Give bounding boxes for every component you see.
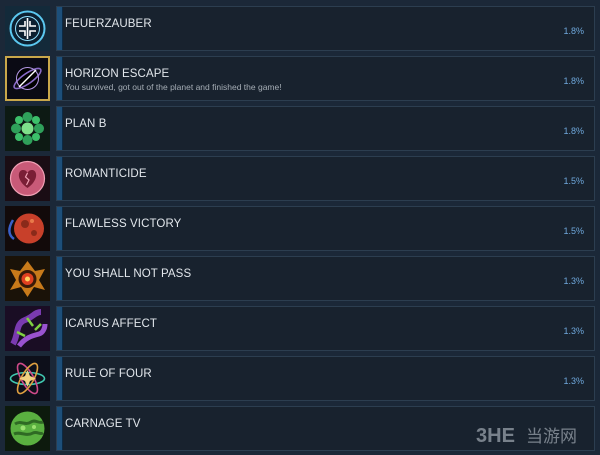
blue-rune-circle-icon (5, 6, 50, 51)
achievement-percent: 1.3% (563, 276, 584, 286)
achievement-percent: 1.8% (563, 26, 584, 36)
achievement-bar: HORIZON ESCAPE You survived, got out of … (56, 56, 595, 101)
achievement-percent: 1.3% (563, 376, 584, 386)
achievement-bar: RULE OF FOUR 1.3% (56, 356, 595, 401)
achievement-percent: 1.5% (563, 226, 584, 236)
broken-heart-icon (5, 156, 50, 201)
achievement-bar: PLAN B 1.8% (56, 106, 595, 151)
fire-eye-emblem-icon (5, 256, 50, 301)
achievement-row-you-shall-not-pass[interactable]: YOU SHALL NOT PASS 1.3% (5, 256, 595, 301)
achievement-row-flawless-victory[interactable]: FLAWLESS VICTORY 1.5% (5, 206, 595, 251)
achievement-percent: 1.3% (563, 326, 584, 336)
achievement-title: CARNAGE TV (65, 418, 141, 430)
red-planet-icon (5, 206, 50, 251)
achievement-bar: ROMANTICIDE 1.5% (56, 156, 595, 201)
achievement-description: You survived, got out of the planet and … (65, 82, 282, 92)
achievement-list: FEUERZAUBER 1.8% HORIZON ESCAPE You surv… (0, 0, 600, 455)
green-spore-cluster-icon (5, 106, 50, 151)
achievement-bar: ICARUS AFFECT 1.3% (56, 306, 595, 351)
progress-accent (57, 207, 63, 250)
achievement-title: FEUERZAUBER (65, 18, 152, 30)
achievement-bar: FEUERZAUBER 1.8% (56, 6, 595, 51)
achievement-title: PLAN B (65, 118, 107, 130)
green-globe-icon (5, 406, 50, 451)
achievement-bar: YOU SHALL NOT PASS 1.3% (56, 256, 595, 301)
achievement-row-plan-b[interactable]: PLAN B 1.8% (5, 106, 595, 151)
black-hole-planet-icon (5, 56, 50, 101)
atom-star-icon (5, 356, 50, 401)
achievement-title: FLAWLESS VICTORY (65, 218, 182, 230)
progress-accent (57, 307, 63, 350)
achievement-row-feuerzauber[interactable]: FEUERZAUBER 1.8% (5, 6, 595, 51)
site-watermark: 3HE 当游网 (474, 421, 594, 449)
achievement-row-horizon-escape[interactable]: HORIZON ESCAPE You survived, got out of … (5, 56, 595, 101)
achievement-title: HORIZON ESCAPE (65, 68, 170, 80)
progress-accent (57, 407, 63, 450)
progress-accent (57, 107, 63, 150)
achievement-row-icarus-affect[interactable]: ICARUS AFFECT 1.3% (5, 306, 595, 351)
purple-tentacle-icon (5, 306, 50, 351)
achievement-bar: FLAWLESS VICTORY 1.5% (56, 206, 595, 251)
progress-accent (57, 157, 63, 200)
progress-accent (57, 257, 63, 300)
watermark-text: 当游网 (526, 427, 577, 447)
watermark-logo: 3HE (476, 425, 515, 447)
achievement-percent: 1.8% (563, 126, 584, 136)
progress-accent (57, 57, 63, 100)
achievement-title: YOU SHALL NOT PASS (65, 268, 192, 280)
achievement-title: ICARUS AFFECT (65, 318, 158, 330)
achievement-percent: 1.5% (563, 176, 584, 186)
progress-accent (57, 357, 63, 400)
achievement-percent: 1.8% (563, 76, 584, 86)
progress-accent (57, 7, 63, 50)
achievement-row-rule-of-four[interactable]: RULE OF FOUR 1.3% (5, 356, 595, 401)
achievement-title: RULE OF FOUR (65, 368, 152, 380)
achievement-title: ROMANTICIDE (65, 168, 147, 180)
achievement-row-romanticide[interactable]: ROMANTICIDE 1.5% (5, 156, 595, 201)
